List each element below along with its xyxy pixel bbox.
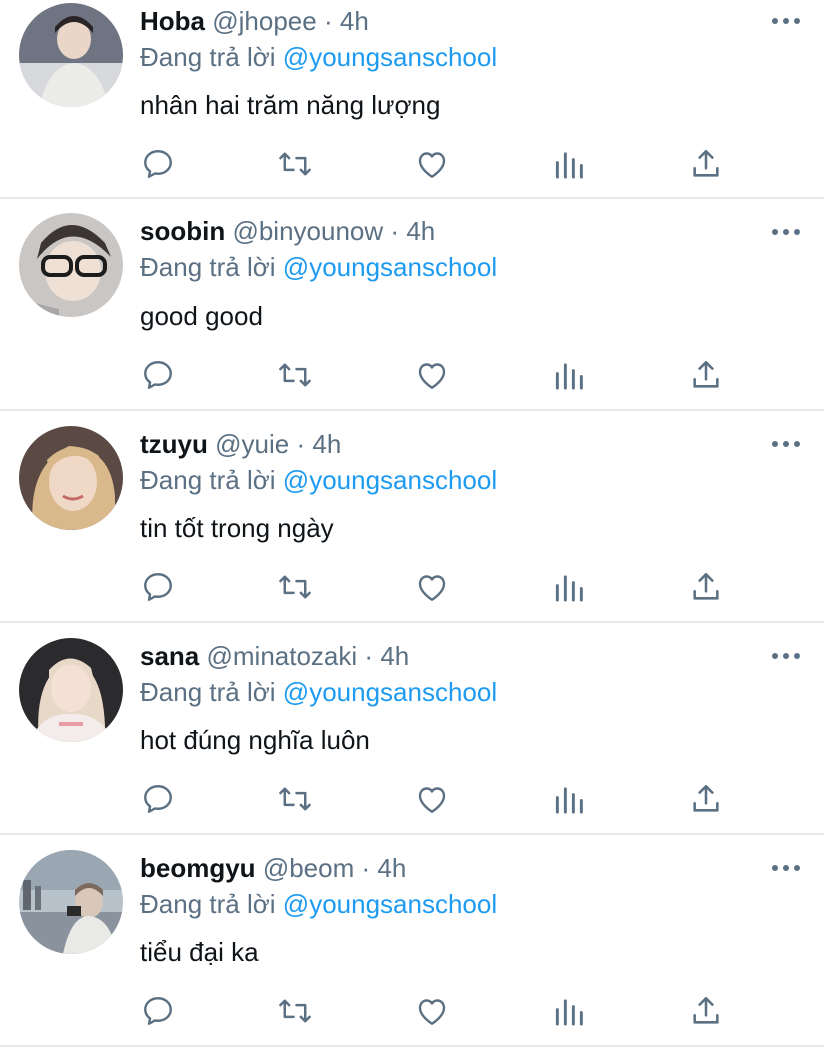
analytics-icon[interactable] bbox=[549, 779, 589, 819]
tweet-header: sana @minatozaki · 4h bbox=[140, 640, 409, 672]
tweet-text: tiểu đại ka bbox=[140, 937, 259, 967]
author-handle[interactable]: @yuie bbox=[215, 429, 289, 459]
timestamp[interactable]: 4h bbox=[380, 641, 409, 671]
tweet[interactable]: beomgyu @beom · 4h Đang trả lời @youngsa… bbox=[0, 835, 824, 1047]
action-bar bbox=[138, 779, 738, 819]
mention-link[interactable]: @youngsanschool bbox=[283, 465, 497, 495]
share-icon[interactable] bbox=[686, 144, 726, 184]
replying-to: Đang trả lời @youngsanschool bbox=[140, 251, 497, 283]
replying-to-label: Đang trả lời bbox=[140, 889, 276, 919]
retweet-icon[interactable] bbox=[275, 355, 315, 395]
separator-dot: · bbox=[364, 641, 374, 671]
author-name[interactable]: Hoba bbox=[140, 6, 205, 36]
author-handle[interactable]: @minatozaki bbox=[207, 641, 358, 671]
author-handle[interactable]: @binyounow bbox=[232, 216, 383, 246]
avatar[interactable] bbox=[19, 638, 123, 742]
heart-icon[interactable] bbox=[412, 991, 452, 1031]
action-bar bbox=[138, 144, 738, 184]
heart-icon[interactable] bbox=[412, 567, 452, 607]
timestamp[interactable]: 4h bbox=[377, 853, 406, 883]
author-name[interactable]: sana bbox=[140, 641, 199, 671]
timestamp[interactable]: 4h bbox=[340, 6, 369, 36]
retweet-icon[interactable] bbox=[275, 144, 315, 184]
separator-dot: · bbox=[390, 216, 400, 246]
separator-dot: · bbox=[296, 429, 306, 459]
tweet-text: hot đúng nghĩa luôn bbox=[140, 725, 370, 755]
tweet[interactable]: Hoba @jhopee · 4h Đang trả lời @youngsan… bbox=[0, 0, 824, 199]
tweet-header: soobin @binyounow · 4h bbox=[140, 215, 435, 247]
more-horizontal-icon[interactable] bbox=[771, 226, 801, 238]
replying-to: Đang trả lời @youngsanschool bbox=[140, 41, 497, 73]
author-name[interactable]: soobin bbox=[140, 216, 225, 246]
retweet-icon[interactable] bbox=[275, 991, 315, 1031]
retweet-icon[interactable] bbox=[275, 567, 315, 607]
mention-link[interactable]: @youngsanschool bbox=[283, 42, 497, 72]
timestamp[interactable]: 4h bbox=[406, 216, 435, 246]
author-name[interactable]: beomgyu bbox=[140, 853, 256, 883]
tweet[interactable]: soobin @binyounow · 4h Đang trả lời @you… bbox=[0, 199, 824, 411]
replying-to: Đang trả lời @youngsanschool bbox=[140, 676, 497, 708]
tweet-text: nhân hai trăm năng lượng bbox=[140, 90, 441, 120]
tweet[interactable]: tzuyu @yuie · 4h Đang trả lời @youngsans… bbox=[0, 411, 824, 623]
action-bar bbox=[138, 355, 738, 395]
replying-to-label: Đang trả lời bbox=[140, 677, 276, 707]
tweet-text: tin tốt trong ngày bbox=[140, 513, 334, 543]
mention-link[interactable]: @youngsanschool bbox=[283, 889, 497, 919]
heart-icon[interactable] bbox=[412, 355, 452, 395]
mention-link[interactable]: @youngsanschool bbox=[283, 252, 497, 282]
avatar[interactable] bbox=[19, 213, 123, 317]
analytics-icon[interactable] bbox=[549, 567, 589, 607]
share-icon[interactable] bbox=[686, 355, 726, 395]
avatar[interactable] bbox=[19, 3, 123, 107]
more-horizontal-icon[interactable] bbox=[771, 862, 801, 874]
author-name[interactable]: tzuyu bbox=[140, 429, 208, 459]
more-horizontal-icon[interactable] bbox=[771, 15, 801, 27]
analytics-icon[interactable] bbox=[549, 355, 589, 395]
more-horizontal-icon[interactable] bbox=[771, 650, 801, 662]
reply-icon[interactable] bbox=[138, 779, 178, 819]
author-handle[interactable]: @beom bbox=[263, 853, 354, 883]
action-bar bbox=[138, 991, 738, 1031]
avatar[interactable] bbox=[19, 850, 123, 954]
action-bar bbox=[138, 567, 738, 607]
analytics-icon[interactable] bbox=[549, 991, 589, 1031]
analytics-icon[interactable] bbox=[549, 144, 589, 184]
replying-to: Đang trả lời @youngsanschool bbox=[140, 464, 497, 496]
tweet-header: Hoba @jhopee · 4h bbox=[140, 5, 369, 37]
reply-icon[interactable] bbox=[138, 567, 178, 607]
heart-icon[interactable] bbox=[412, 779, 452, 819]
mention-link[interactable]: @youngsanschool bbox=[283, 677, 497, 707]
share-icon[interactable] bbox=[686, 567, 726, 607]
separator-dot: · bbox=[323, 6, 333, 36]
share-icon[interactable] bbox=[686, 991, 726, 1031]
replying-to-label: Đang trả lời bbox=[140, 465, 276, 495]
tweet-text: good good bbox=[140, 301, 263, 331]
retweet-icon[interactable] bbox=[275, 779, 315, 819]
more-horizontal-icon[interactable] bbox=[771, 438, 801, 450]
avatar[interactable] bbox=[19, 426, 123, 530]
replying-to: Đang trả lời @youngsanschool bbox=[140, 888, 497, 920]
reply-icon[interactable] bbox=[138, 355, 178, 395]
timestamp[interactable]: 4h bbox=[312, 429, 341, 459]
share-icon[interactable] bbox=[686, 779, 726, 819]
separator-dot: · bbox=[361, 853, 371, 883]
reply-icon[interactable] bbox=[138, 144, 178, 184]
tweet[interactable]: sana @minatozaki · 4h Đang trả lời @youn… bbox=[0, 623, 824, 835]
replying-to-label: Đang trả lời bbox=[140, 252, 276, 282]
tweet-header: tzuyu @yuie · 4h bbox=[140, 428, 341, 460]
reply-feed: Hoba @jhopee · 4h Đang trả lời @youngsan… bbox=[0, 0, 824, 1047]
author-handle[interactable]: @jhopee bbox=[212, 6, 316, 36]
reply-icon[interactable] bbox=[138, 991, 178, 1031]
replying-to-label: Đang trả lời bbox=[140, 42, 276, 72]
heart-icon[interactable] bbox=[412, 144, 452, 184]
tweet-header: beomgyu @beom · 4h bbox=[140, 852, 406, 884]
